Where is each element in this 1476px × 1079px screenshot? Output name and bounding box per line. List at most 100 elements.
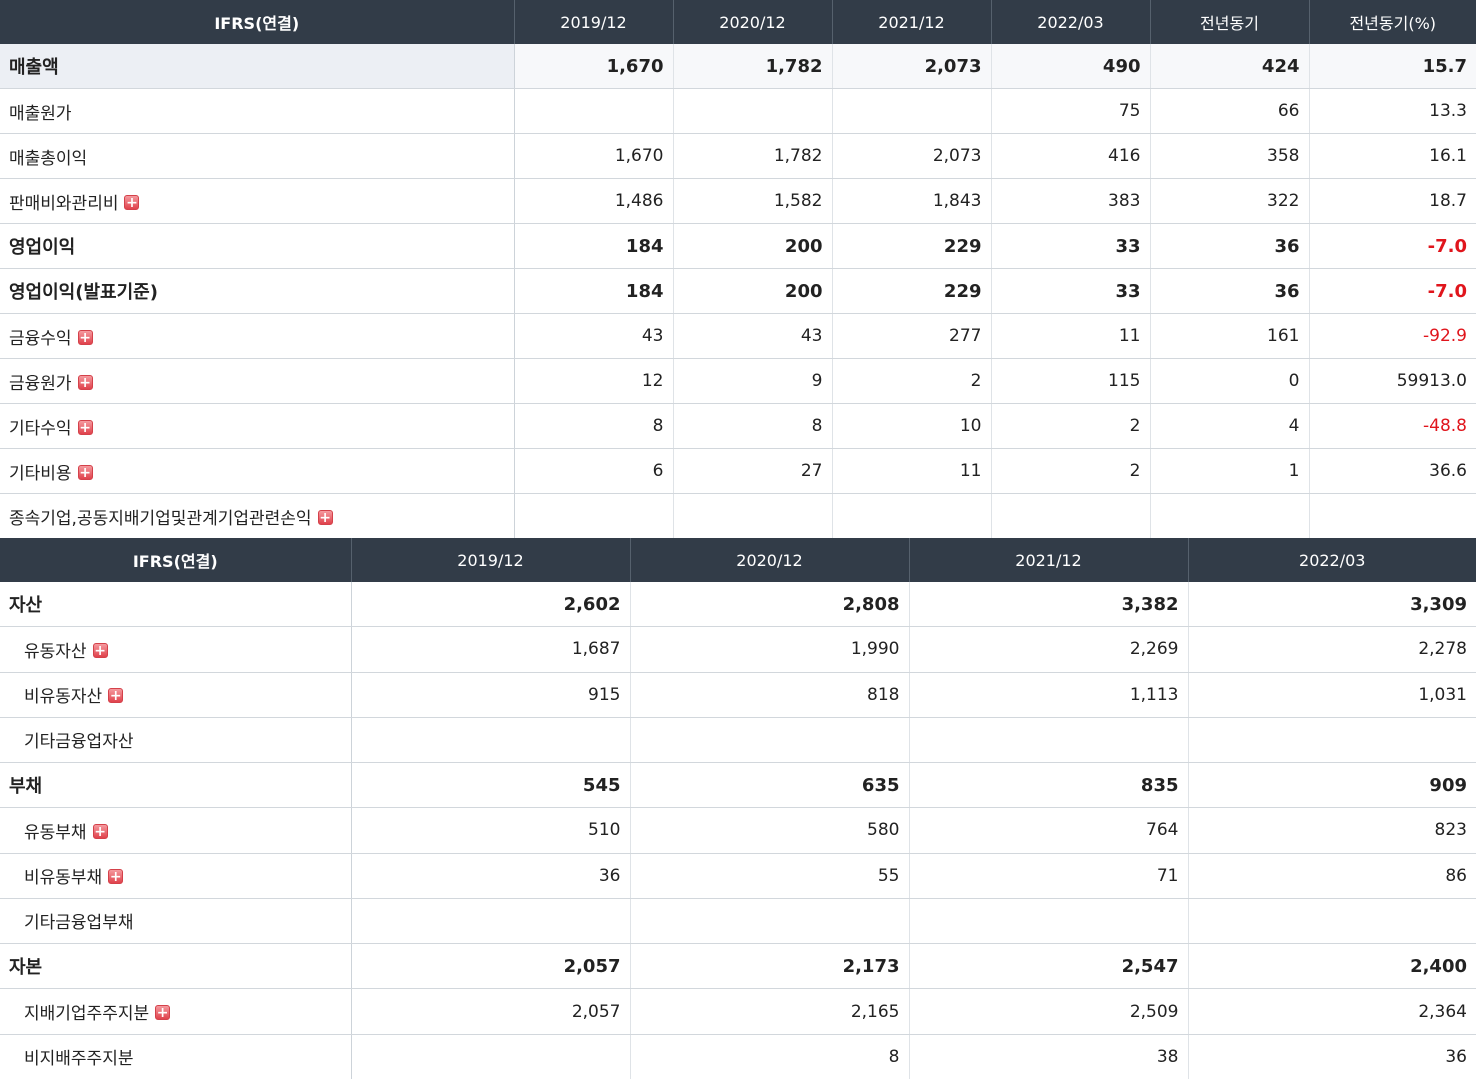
cell: 55 [630,853,910,899]
balance-header-2020: 2020/12 [630,538,910,582]
cell: 36 [1445,1046,1467,1067]
cell: 490 [991,44,1151,89]
cell: 2,073 [832,44,992,89]
row-label-liabilities: 부채 [0,762,352,809]
income-statement-table: IFRS(연결) 2019/12 2020/12 2021/12 2022/03… [0,0,1476,538]
cell: 43 [514,313,674,359]
plus-square-icon[interactable]: + [124,194,140,210]
cell: 1,670 [514,133,674,179]
cell: 13.3 [1309,88,1476,134]
row-label-other-income: 기타수익 + [0,403,515,449]
cell: -7.0 [1309,223,1476,269]
cell: 8 [630,1034,910,1079]
cell: 2,057 [351,988,631,1035]
cell [514,88,674,134]
cell: 0 [1150,358,1310,404]
cell: 277 [832,313,992,359]
cell: 1,990 [630,626,910,673]
cell [832,493,992,538]
cell: 2,400 [1188,943,1476,990]
cell: 635 [630,762,910,809]
income-header-2022q1: 2022/03 [991,0,1151,44]
plus-square-icon[interactable]: + [77,329,93,345]
plus-square-icon[interactable]: + [317,509,333,525]
cell: 75 [991,88,1151,134]
table-row: 부채 545 635 835 909 [0,762,1476,809]
row-label-text: 판매비와관리비 [9,193,119,214]
cell: -48.8 [1309,403,1476,449]
row-label-equity: 자본 [0,943,352,990]
cell: 424 [1150,44,1310,89]
table-row: 영업이익 184 200 229 33 36 -7.0 [0,223,1476,269]
row-label-current-assets: 유동자산 + [0,626,352,673]
plus-square-icon[interactable]: + [77,464,93,480]
row-label-other-financial-liabilities: 기타금융업부채 [0,898,352,945]
row-label-text: 비유동자산 [24,687,103,708]
income-header-2020: 2020/12 [673,0,833,44]
row-label-noncontrolling-interest: 비지배주주지분 [0,1034,352,1079]
income-header-2021: 2021/12 [832,0,992,44]
cell [1188,717,1476,764]
row-label-text: 유동자산 [24,641,87,662]
row-label-operating-profit: 영업이익 [0,223,515,269]
row-label-noncurrent-assets: 비유동자산 + [0,672,352,718]
cell [1188,898,1476,945]
income-header-yoy: 전년동기 [1150,0,1310,44]
cell: 1,782 [673,133,833,179]
cell: 229 [832,223,992,269]
cell: 915 [351,672,631,718]
cell: 3,382 [909,582,1189,628]
cell [351,1034,631,1079]
cell: 510 [351,807,631,854]
cell: 86 [1188,853,1476,899]
table-row: 자산 2,602 2,808 3,382 3,309 [0,582,1476,628]
table-row: 비유동부채 + 36 55 71 86 [0,853,1476,899]
cell: 1,670 [514,44,674,89]
cell [991,493,1151,538]
table-row: 유동부채 + 510 580 764 823 [0,807,1476,854]
cell: 36.6 [1309,448,1476,494]
plus-square-icon[interactable]: + [77,419,93,435]
plus-square-icon[interactable]: + [108,688,124,704]
income-header-row: IFRS(연결) 2019/12 2020/12 2021/12 2022/03… [0,0,1476,44]
cell: 1,687 [351,626,631,673]
plus-square-icon[interactable]: + [155,1005,171,1021]
income-header-title: IFRS(연결) [0,0,515,44]
cell: 2 [832,358,992,404]
cell: 580 [630,807,910,854]
balance-header-2019: 2019/12 [351,538,631,582]
plus-square-icon[interactable]: + [108,869,124,885]
cell: 1 [1150,448,1310,494]
plus-square-icon[interactable]: + [92,642,108,658]
table-row: 판매비와관리비 + 1,486 1,582 1,843 383 322 18.7 [0,178,1476,224]
cell: 229 [832,268,992,314]
row-label-assets: 자산 [0,582,352,628]
balance-header-2022q1: 2022/03 [1188,538,1476,582]
cell [909,717,1189,764]
cell: 818 [630,672,910,718]
cell [630,898,910,945]
cell: 59913.0 [1309,358,1476,404]
cell: 2,509 [909,988,1189,1035]
plus-square-icon[interactable]: + [92,823,108,839]
cell: 11 [832,448,992,494]
cell [630,717,910,764]
row-label-noncurrent-liabilities: 비유동부채 + [0,853,352,899]
cell: 2,278 [1188,626,1476,673]
cell: 2,057 [351,943,631,990]
cell: 36 [1150,268,1310,314]
cell: 823 [1188,807,1476,854]
income-header-2019: 2019/12 [514,0,674,44]
cell: 1,031 [1188,672,1476,718]
cell [832,88,992,134]
row-label-other-financial-assets: 기타금융업자산 [0,717,352,764]
cell: 36 [1150,223,1310,269]
row-label-text: 금융원가 [9,373,72,394]
cell: 18.7 [1309,178,1476,224]
cell: 2,808 [630,582,910,628]
balance-header-title: IFRS(연결) [0,538,352,582]
cell [351,717,631,764]
plus-square-icon[interactable]: + [77,374,93,390]
table-row: 종속기업,공동지배기업및관계기업관련손익 + [0,493,1476,538]
row-label-current-liabilities: 유동부채 + [0,807,352,854]
